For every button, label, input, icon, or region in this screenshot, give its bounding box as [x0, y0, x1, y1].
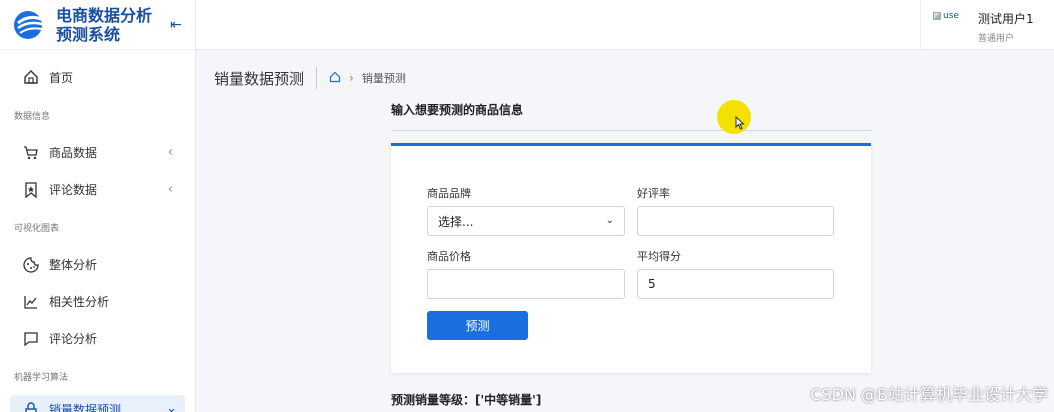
sidebar-item-sales-predict[interactable]: 销量数据预测 ⌄ [10, 395, 185, 412]
predict-form-card: 商品品牌 选择... ⌄ 好评率 商品价格 平均得分 5 预测 [391, 143, 871, 373]
sidebar-item-label: 评论数据 [49, 183, 98, 197]
chevron-down-icon: ⌄ [605, 215, 614, 226]
sidebar-item-label: 销量数据预测 [49, 403, 122, 412]
user-menu[interactable]: use 测试用户1 普通用户 [920, 0, 1054, 50]
price-input[interactable] [427, 269, 625, 299]
form-section-title: 输入想要预测的商品信息 [391, 103, 524, 117]
user-name: 测试用户1 [978, 12, 1034, 26]
score-label: 平均得分 [637, 250, 681, 263]
sidebar-item-label: 首页 [49, 70, 74, 85]
cookie-icon [22, 256, 40, 274]
nav-group-data: 数据信息 [14, 111, 51, 122]
sidebar-item-correlation[interactable]: 相关性分析 [0, 283, 195, 320]
sidebar-item-label: 商品数据 [49, 146, 98, 160]
divider [391, 130, 871, 131]
sidebar-item-goods[interactable]: 商品数据 ‹ [0, 134, 195, 171]
mouse-cursor-icon [735, 116, 745, 130]
breadcrumb: 销量数据预测 › 销量预测 [196, 50, 1054, 106]
home-icon[interactable] [329, 71, 341, 86]
broken-image-icon [933, 12, 941, 20]
line-chart-icon [22, 293, 40, 311]
cursor-highlight [717, 100, 751, 134]
page-title: 销量数据预测 [214, 69, 305, 88]
app-title: 电商数据分析 预测系统 [56, 5, 153, 44]
bookmark-star-icon [22, 181, 40, 199]
predict-button[interactable]: 预测 [427, 311, 528, 340]
brand-label: 商品品牌 [427, 187, 471, 200]
brand-header: 电商数据分析 预测系统 ⇤ [0, 0, 195, 50]
sidebar: 电商数据分析 预测系统 ⇤ 首页 数据信息 商品数据 ‹ 评论数据 ‹ 可视化图… [0, 0, 196, 412]
chevron-right-icon: › [349, 71, 354, 85]
chevron-down-icon: ⌄ [166, 401, 177, 412]
sidebar-item-overall[interactable]: 整体分析 [0, 246, 195, 283]
sidebar-item-label: 评论分析 [49, 332, 98, 346]
score-input[interactable]: 5 [637, 269, 834, 299]
cart-icon [22, 144, 40, 162]
breadcrumb-current: 销量预测 [361, 72, 406, 85]
lock-icon [22, 401, 40, 412]
chat-icon [22, 330, 40, 348]
collapse-sidebar-icon[interactable]: ⇤ [170, 17, 182, 33]
home-icon [22, 68, 40, 86]
sidebar-item-reviews[interactable]: 评论数据 ‹ [0, 171, 195, 208]
divider [316, 67, 318, 89]
avatar: use [933, 11, 978, 21]
sidebar-item-label: 相关性分析 [49, 295, 110, 309]
user-role: 普通用户 [978, 34, 1015, 44]
top-header: use 测试用户1 普通用户 [196, 0, 1054, 50]
nav-group-ml: 机器学习算法 [14, 372, 69, 383]
brand-select[interactable]: 选择... ⌄ [427, 206, 625, 236]
rating-input[interactable] [637, 206, 834, 236]
chevron-left-icon: ‹ [167, 145, 173, 160]
rating-label: 好评率 [637, 187, 670, 200]
sidebar-item-home[interactable]: 首页 [0, 58, 195, 96]
chevron-left-icon: ‹ [167, 182, 173, 197]
watermark: CSDN @B站计算机毕业设计大学 [810, 385, 1048, 404]
prediction-result: 预测销量等级：['中等销量'] [391, 393, 542, 407]
sidebar-item-review-analysis[interactable]: 评论分析 [0, 320, 195, 357]
nav-group-charts: 可视化图表 [14, 223, 60, 234]
sidebar-item-label: 整体分析 [49, 258, 98, 272]
logo-icon [14, 10, 49, 39]
brand-select-value: 选择... [438, 214, 474, 229]
price-label: 商品价格 [427, 250, 471, 263]
